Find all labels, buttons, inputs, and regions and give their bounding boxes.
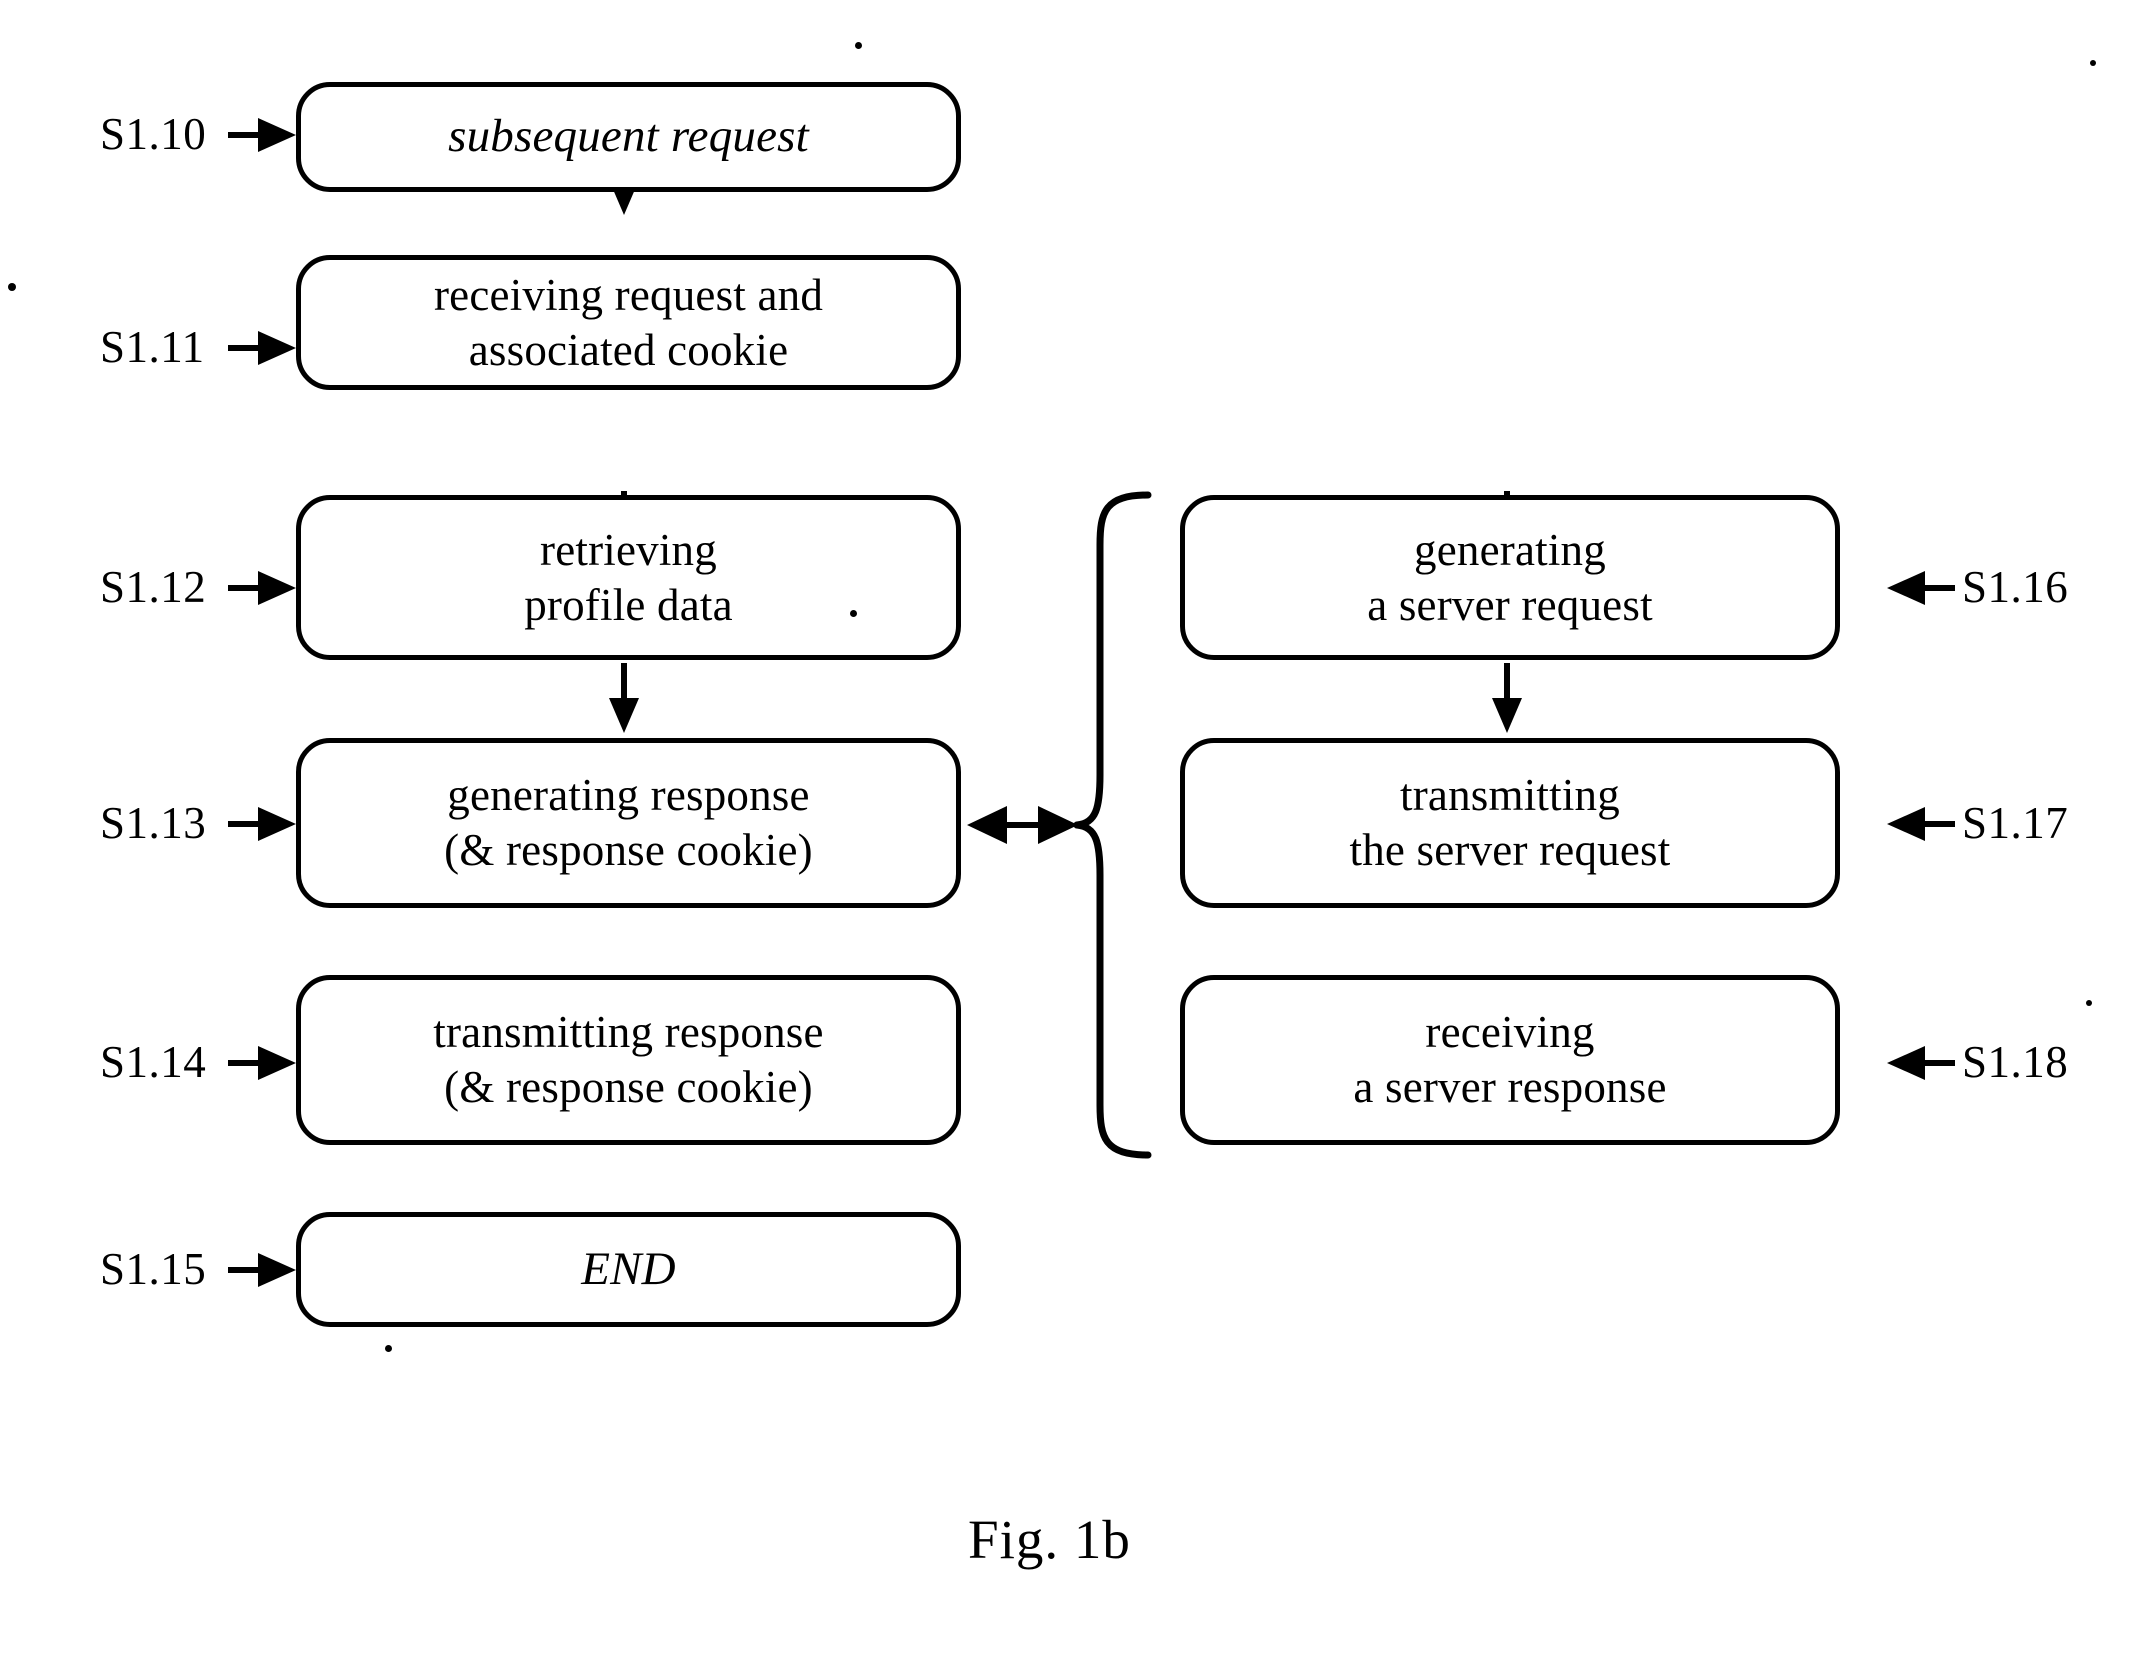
step-arrow-s113 <box>228 807 296 841</box>
step-label-s113: S1.13 <box>100 798 207 848</box>
process-box-s111-line-2: associated cookie <box>468 324 789 375</box>
step-arrow-s116 <box>1887 571 1955 605</box>
process-box-s116[interactable]: generating a server request <box>1180 495 1840 660</box>
process-box-s116-line-1: generating <box>1414 524 1606 575</box>
step-label-s117: S1.17 <box>1962 798 2069 848</box>
process-box-s118-line-1: receiving <box>1425 1007 1595 1058</box>
process-box-s117-line-2: the server request <box>1349 825 1671 875</box>
process-box-s117-line-1: transmitting <box>1400 770 1620 821</box>
process-box-s115-line-1: END <box>581 1242 676 1295</box>
figure-canvas: subsequent request receiving request and… <box>0 0 2144 1660</box>
step-arrow-s114 <box>228 1046 296 1080</box>
process-box-s114[interactable]: transmitting response (& response cookie… <box>296 975 961 1145</box>
scan-speck <box>385 1345 392 1352</box>
step-arrow-s117 <box>1887 807 1955 841</box>
process-box-s113[interactable]: generating response (& response cookie) <box>296 738 961 908</box>
process-box-s115[interactable]: END <box>296 1212 961 1327</box>
flow-arrow-s113-s114 <box>609 663 639 733</box>
step-arrow-s111 <box>228 331 296 365</box>
scan-speck <box>8 283 16 291</box>
process-box-s112[interactable]: retrieving profile data <box>296 495 961 660</box>
step-arrow-s112 <box>228 571 296 605</box>
scan-speck <box>2086 1000 2092 1006</box>
process-box-s117[interactable]: transmitting the server request <box>1180 738 1840 908</box>
process-box-s110-line-1: subsequent request <box>448 110 809 163</box>
process-box-s118-line-2: a server response <box>1353 1062 1667 1112</box>
process-box-s112-line-1: retrieving <box>540 524 717 575</box>
process-box-s110[interactable]: subsequent request <box>296 82 961 192</box>
process-box-s113-line-2: (& response cookie) <box>444 825 813 875</box>
step-arrow-s115 <box>228 1253 296 1287</box>
scan-speck <box>2090 60 2096 66</box>
process-box-s112-line-2: profile data <box>524 579 733 630</box>
process-box-s116-line-2: a server request <box>1367 579 1653 630</box>
step-arrow-s110 <box>228 118 296 152</box>
process-box-s118[interactable]: receiving a server response <box>1180 975 1840 1145</box>
scan-speck <box>855 42 862 49</box>
flow-arrow-s117-s118 <box>1492 663 1522 733</box>
step-label-s115: S1.15 <box>100 1244 207 1294</box>
process-box-s111-line-1: receiving request and <box>433 269 824 320</box>
double-headed-branch-arrow <box>967 806 1078 844</box>
figure-caption: Fig. 1b <box>968 1509 1131 1570</box>
process-box-s114-line-1: transmitting response <box>433 1007 824 1058</box>
step-label-s116: S1.16 <box>1962 562 2069 612</box>
step-label-s110: S1.10 <box>100 109 207 159</box>
step-label-s111: S1.11 <box>100 322 205 372</box>
step-label-s112: S1.12 <box>100 562 207 612</box>
scan-speck <box>850 610 857 617</box>
process-box-s113-line-1: generating response <box>447 770 810 821</box>
process-box-s114-line-2: (& response cookie) <box>444 1062 813 1112</box>
step-label-s114: S1.14 <box>100 1037 207 1087</box>
step-label-s118: S1.18 <box>1962 1037 2069 1087</box>
process-box-s111[interactable]: receiving request and associated cookie <box>296 255 961 390</box>
step-arrow-s118 <box>1887 1046 1955 1080</box>
group-brace <box>1073 491 1152 1159</box>
